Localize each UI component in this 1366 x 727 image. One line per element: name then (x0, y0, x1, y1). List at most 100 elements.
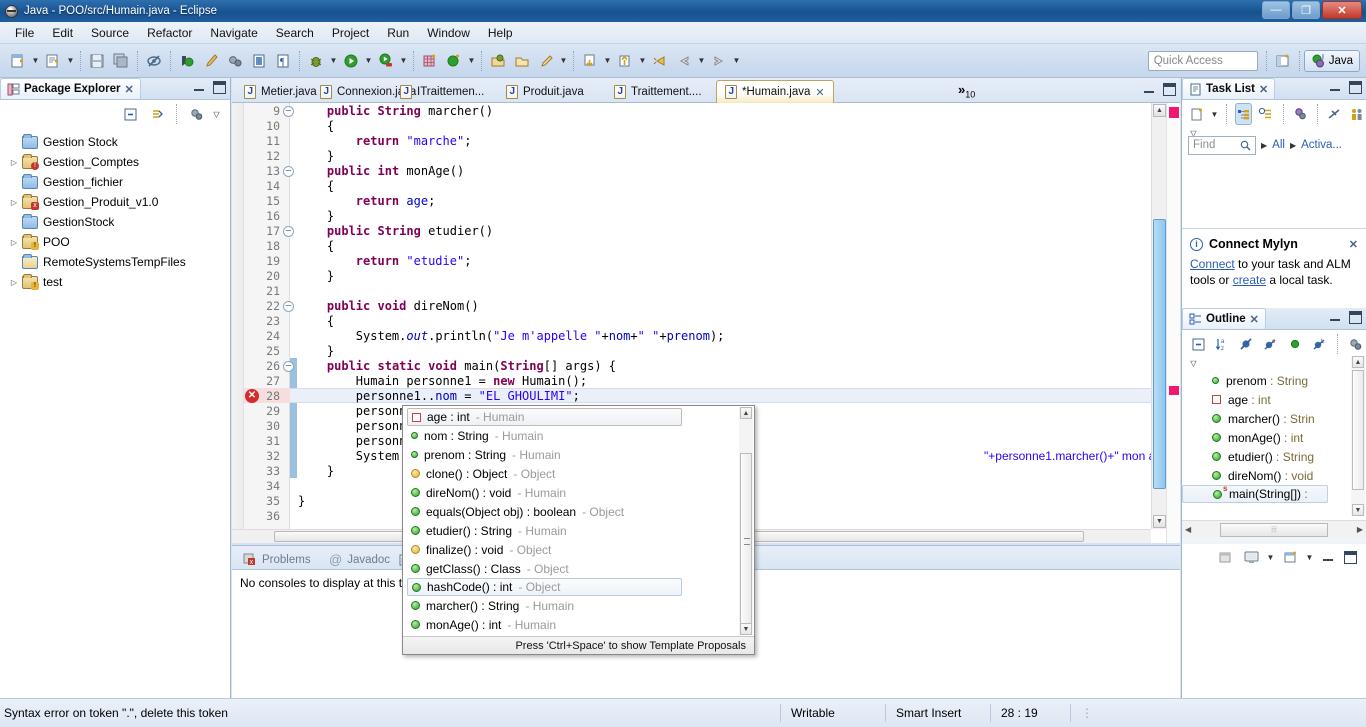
open-type-icon[interactable] (176, 50, 198, 72)
code-line-27[interactable]: Humain personne1 = new Humain(); (298, 374, 587, 389)
outline-item-direnom-void[interactable]: direNom() : void (1182, 466, 1350, 485)
tree-item-gestion-stock[interactable]: Gestion Stock (0, 132, 230, 152)
expand-arrow-icon[interactable]: ▷ (6, 158, 22, 167)
menu-item-edit[interactable]: Edit (43, 24, 82, 42)
scroll-up-icon[interactable]: ▲ (740, 407, 752, 419)
proposal-item[interactable]: age : int - Humain (407, 408, 682, 426)
mylyn-create-link[interactable]: create (1233, 273, 1266, 287)
hide-fields-icon[interactable] (1237, 333, 1256, 355)
save-all-icon[interactable] (110, 50, 132, 72)
proposal-item[interactable]: clone() : Object - Object (403, 464, 754, 483)
overview-error-mark[interactable] (1169, 107, 1179, 118)
debug-dropdown-arrow[interactable]: ▼ (328, 50, 339, 72)
code-line-15[interactable]: return age; (298, 194, 436, 209)
proposal-item[interactable]: marcher() : String - Humain (403, 596, 754, 615)
close-icon[interactable]: ✕ (815, 86, 824, 99)
tree-item-gestion-fichier[interactable]: Gestion_fichier (0, 172, 230, 192)
console-icon[interactable] (1240, 546, 1262, 568)
code-line-14[interactable]: { (298, 179, 334, 194)
mylyn-connect-link[interactable]: Connect (1190, 257, 1235, 271)
new-wizard-dropdown-arrow[interactable]: ▼ (65, 50, 76, 72)
close-button[interactable]: ✕ (1322, 1, 1362, 19)
proposal-item[interactable]: etudier() : String - Humain (403, 521, 754, 540)
link-with-editor-icon[interactable] (146, 103, 168, 125)
editor-tab-produit-java[interactable]: Produit.java (498, 80, 592, 103)
minimize-icon[interactable] (1329, 81, 1342, 94)
maximize-icon[interactable] (1349, 311, 1362, 324)
code-line-35[interactable]: } (298, 494, 305, 509)
task-list-tab[interactable]: Task List ✕ (1182, 78, 1276, 99)
brush-icon[interactable] (200, 50, 222, 72)
scheduled-mode-icon[interactable] (1257, 103, 1274, 125)
code-line-9[interactable]: public String marcher() (298, 104, 493, 119)
proposal-item[interactable]: finalize() : void - Object (403, 540, 754, 559)
next-annotation-dropdown-arrow[interactable]: ▼ (602, 50, 613, 72)
menu-item-project[interactable]: Project (323, 24, 378, 42)
proposal-item[interactable]: equals(Object obj) : boolean - Object (403, 502, 754, 521)
code-line-16[interactable]: } (298, 209, 334, 224)
open-console-dropdown-arrow[interactable]: ▼ (1304, 546, 1315, 568)
code-line-10[interactable]: { (298, 119, 334, 134)
code-line-20[interactable]: } (298, 269, 334, 284)
outline-horizontal-scrollbar[interactable]: ◀ ⦙⦙⦙ ▶ (1182, 520, 1366, 538)
package-explorer-tab[interactable]: Package Explorer ✕ (0, 78, 141, 99)
open-folder-icon[interactable] (511, 50, 533, 72)
fold-toggle-icon[interactable]: – (283, 166, 294, 177)
code-line-19[interactable]: return "etudie"; (298, 254, 472, 269)
print-icon[interactable] (248, 50, 270, 72)
content-assist-popup[interactable]: age : int - Humain nom : String - Humain pre… (402, 405, 755, 655)
code-line-25[interactable]: } (298, 344, 334, 359)
tree-item-remotesystemstempfiles[interactable]: RemoteSystemsTempFiles (0, 252, 230, 272)
menu-item-help[interactable]: Help (479, 24, 522, 42)
tab-problems[interactable]: x Problems (236, 549, 318, 570)
overview-error-mark[interactable] (1169, 386, 1179, 395)
code-line-17[interactable]: public String etudier() (298, 224, 493, 239)
proposal-item[interactable]: monAge() : int - Humain (403, 615, 754, 634)
package-explorer-tree[interactable]: Gestion Stock ▷! Gestion_Comptes Gestion_fi… (0, 130, 230, 698)
code-line-26[interactable]: public static void main(String[] args) { (298, 359, 616, 374)
outline-item-monage-int[interactable]: monAge() : int (1182, 428, 1350, 447)
menu-item-search[interactable]: Search (267, 24, 323, 42)
hide-nonpublic-icon[interactable] (1286, 333, 1305, 355)
run-ext-dropdown-arrow[interactable]: ▼ (398, 50, 409, 72)
proposal-list[interactable]: age : int - Humain nom : String - Humain pre… (403, 406, 754, 636)
scroll-left-icon[interactable]: ◀ (1185, 525, 1191, 534)
outline-vertical-scrollbar[interactable]: ▲ ▼ (1351, 356, 1365, 516)
outline-scroll-thumb[interactable] (1352, 370, 1364, 490)
view-dropdown-icon[interactable]: ▽ (211, 103, 222, 125)
new-wizard-icon[interactable] (42, 50, 64, 72)
open-package-icon[interactable] (487, 50, 509, 72)
proposal-scroll-thumb[interactable] (740, 453, 752, 629)
menu-item-file[interactable]: File (6, 24, 43, 42)
proposal-item[interactable]: nom : String - Humain (403, 426, 754, 445)
open-console-icon[interactable] (1279, 546, 1301, 568)
paragraph-icon[interactable]: ¶ (272, 50, 294, 72)
forward-icon[interactable] (708, 50, 730, 72)
close-icon[interactable]: ✕ (1250, 313, 1259, 326)
outline-tab[interactable]: Outline ✕ (1182, 308, 1266, 329)
menu-item-source[interactable]: Source (82, 24, 138, 42)
run-dropdown-arrow[interactable]: ▼ (363, 50, 374, 72)
minimize-icon[interactable] (193, 81, 206, 94)
run-ext-icon[interactable] (375, 50, 397, 72)
debug-icon[interactable] (305, 50, 327, 72)
view-menu-icon[interactable] (185, 103, 207, 125)
tree-item-gestion-comptes[interactable]: ▷! Gestion_Comptes (0, 152, 230, 172)
pencil-dropdown-arrow[interactable]: ▼ (558, 50, 569, 72)
close-icon[interactable]: ✕ (1349, 238, 1358, 251)
editor-scroll-thumb[interactable] (1153, 219, 1166, 489)
minimize-button[interactable]: — (1262, 1, 1290, 19)
outline-item-marcher-strin[interactable]: marcher() : Strin (1182, 409, 1350, 428)
code-line-13[interactable]: public int monAge() (298, 164, 464, 179)
code-line-28[interactable]: personne1..nom = "EL GHOULIMI"; (298, 389, 580, 404)
collapse-all-icon[interactable] (119, 103, 141, 125)
outline-item-age-int[interactable]: age : int (1182, 390, 1350, 409)
scroll-right-icon[interactable]: ▶ (1357, 525, 1363, 534)
back-icon[interactable] (673, 50, 695, 72)
sort-icon[interactable]: az (1213, 333, 1232, 355)
close-icon[interactable]: ✕ (125, 83, 134, 96)
fold-toggle-icon[interactable]: – (283, 226, 294, 237)
hide-local-icon[interactable]: L (1310, 333, 1329, 355)
code-line-22[interactable]: public void direNom() (298, 299, 479, 314)
maximize-icon[interactable] (1344, 550, 1357, 564)
